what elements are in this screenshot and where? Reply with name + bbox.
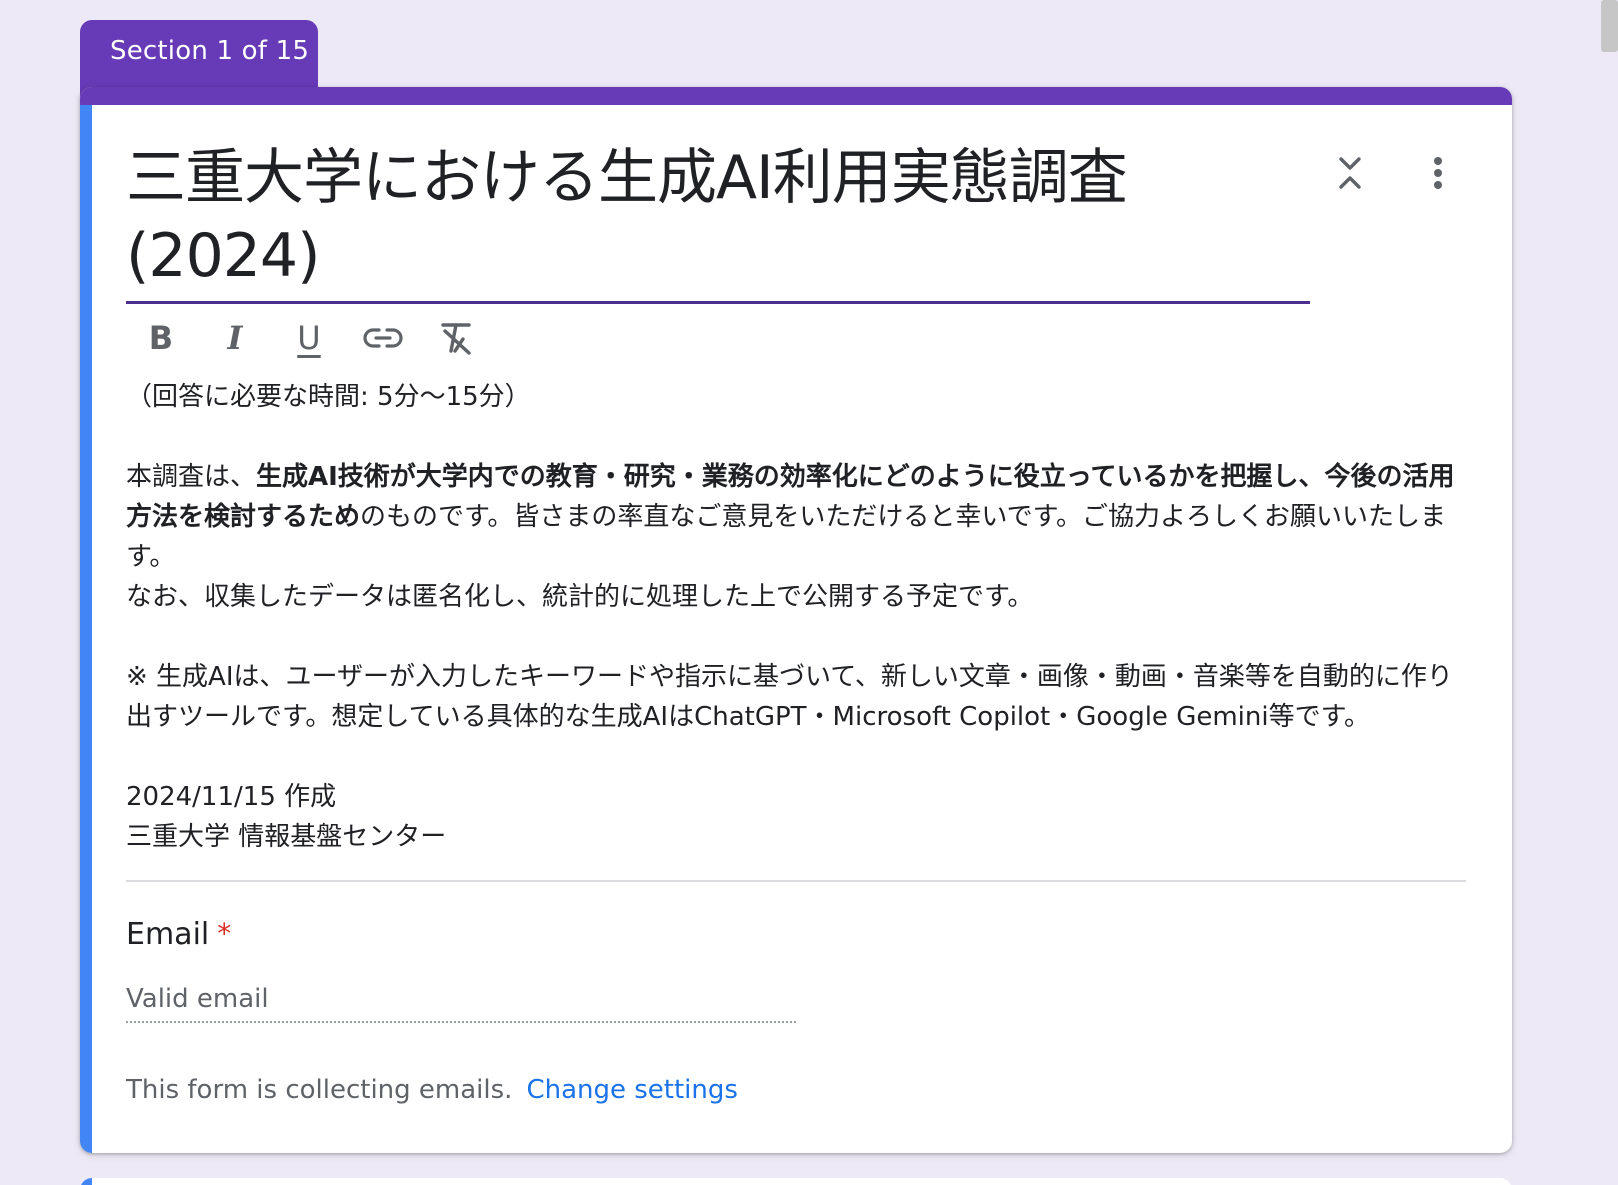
scrollbar-thumb[interactable] [1601,0,1618,52]
form-header-card: 三重大学における生成AI利用実態調査 (2024) B I U （回答に必要な時… [80,87,1512,1153]
email-placeholder: Valid email [126,984,269,1014]
format-toolbar: B I U [138,313,480,363]
more-options-button[interactable] [1416,151,1460,195]
genai-note: ※ 生成AIは、ユーザーが入力したキーワードや指示に基づいて、新しい文章・画像・… [126,662,1453,732]
form-title[interactable]: 三重大学における生成AI利用実態調査 (2024) [126,139,1310,295]
collapse-icon [1339,157,1361,189]
email-field[interactable]: Valid email [126,977,796,1023]
email-collection-note: This form is collecting emails. Change se… [126,1075,738,1105]
italic-icon: I [227,319,243,357]
next-question-card[interactable] [80,1178,1512,1185]
form-title-line-1: 三重大学における生成AI利用実態調査 [126,143,1128,213]
purpose-prefix: 本調査は、 [126,462,257,492]
form-title-field[interactable]: 三重大学における生成AI利用実態調査 (2024) [126,139,1310,304]
privacy-paragraph: なお、収集したデータは匿名化し、統計的に処理した上で公開する予定です。 [126,582,1034,612]
italic-button[interactable]: I [212,315,258,361]
bold-icon: B [148,319,174,357]
email-question-label: Email * [126,917,231,952]
bold-button[interactable]: B [138,315,184,361]
underline-button[interactable]: U [286,315,332,361]
clear-format-icon [441,323,471,355]
form-title-line-2: (2024) [126,221,321,291]
card-top-bar [80,87,1512,105]
purpose-paragraph: 本調査は、生成AI技術が大学内での教育・研究・業務の効率化にどのように役立ってい… [126,457,1466,577]
author-org: 三重大学 情報基盤センター [126,822,447,852]
section-tab-label: Section 1 of 15 [110,36,310,66]
card-active-indicator [80,105,92,1153]
clear-formatting-button[interactable] [434,315,480,361]
required-asterisk: * [217,917,232,950]
divider [126,880,1466,882]
collapse-section-button[interactable] [1328,151,1372,195]
email-label-text: Email [126,917,210,952]
form-description[interactable]: （回答に必要な時間: 5分〜15分） 本調査は、生成AI技術が大学内での教育・研… [126,377,1466,857]
underline-icon: U [297,319,321,357]
more-vert-icon [1434,157,1442,189]
time-estimate: （回答に必要な時間: 5分〜15分） [126,382,531,412]
change-settings-link[interactable]: Change settings [526,1075,738,1105]
link-icon [363,328,403,348]
created-date: 2024/11/15 作成 [126,782,337,812]
insert-link-button[interactable] [360,315,406,361]
collect-note-text: This form is collecting emails. [126,1075,513,1105]
